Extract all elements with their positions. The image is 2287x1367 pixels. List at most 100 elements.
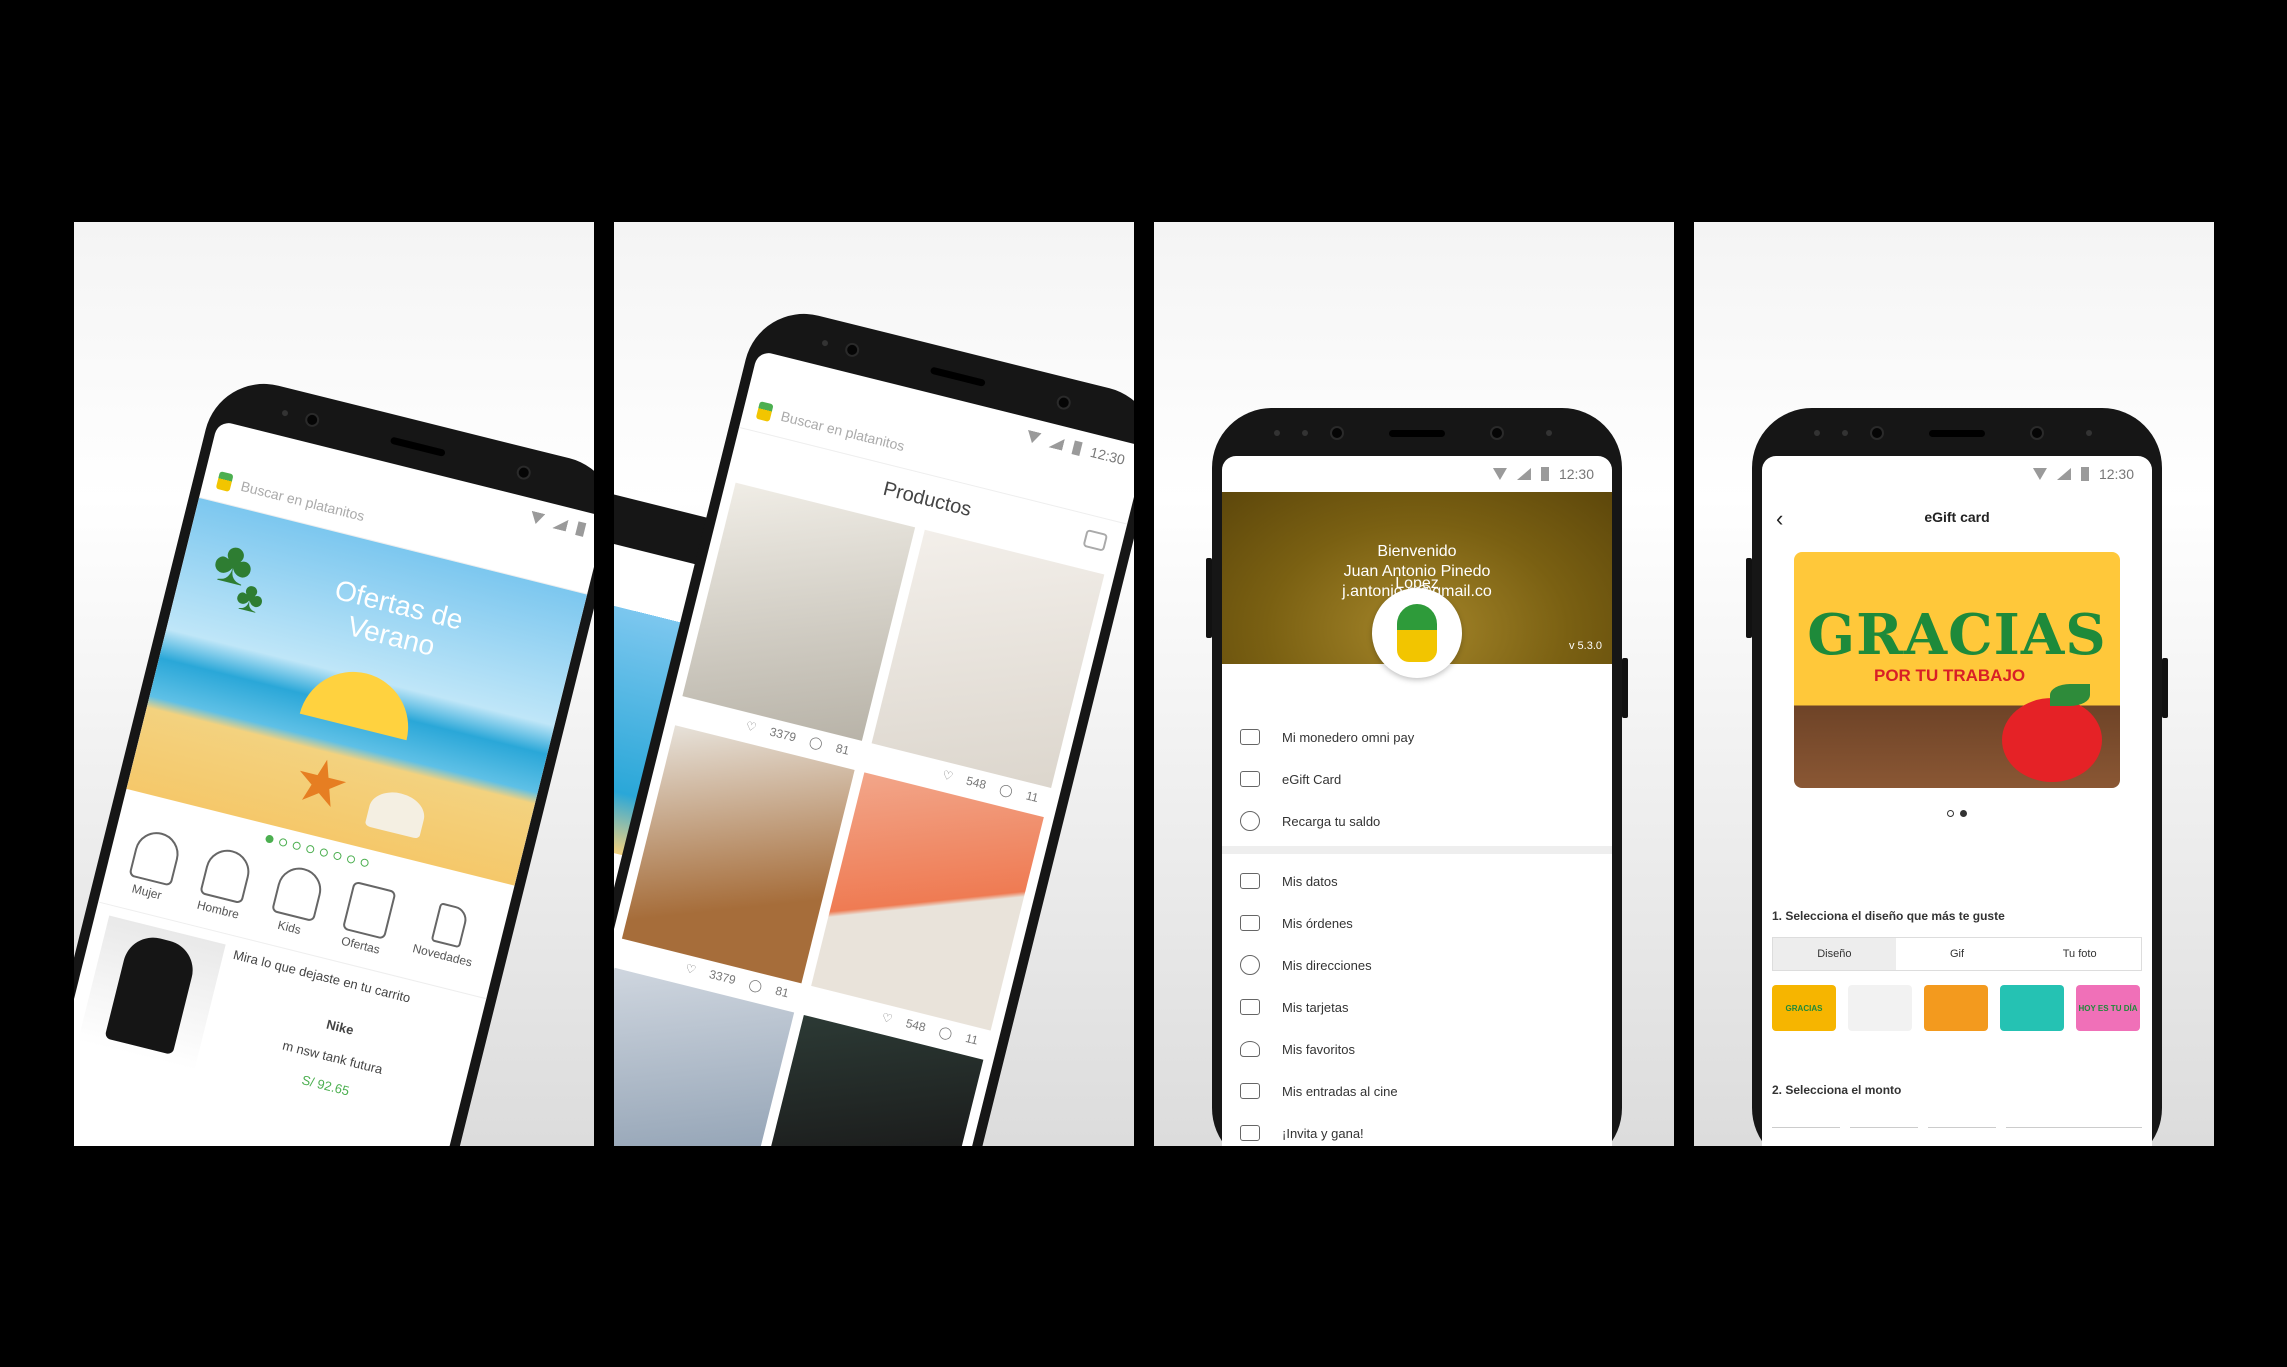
card-carousel-indicator[interactable] xyxy=(1762,810,2152,817)
heart-icon xyxy=(1240,1041,1260,1057)
heart-icon[interactable]: ♡ xyxy=(684,961,698,977)
sensor-dot xyxy=(1274,430,1280,436)
wifi-icon xyxy=(529,511,545,526)
front-camera xyxy=(1490,426,1504,440)
pager-dot[interactable] xyxy=(1947,810,1954,817)
carousel-dot[interactable] xyxy=(264,834,275,844)
menu-item-location-pin[interactable]: Mis direcciones xyxy=(1222,944,1612,986)
comment-icon[interactable]: ◯ xyxy=(937,1024,953,1041)
drawer-menu: Mi monedero omni pay eGift Card Recarga tu… xyxy=(1222,664,1612,1146)
carousel-dot[interactable] xyxy=(332,851,343,861)
battery-icon xyxy=(575,521,587,537)
category-label: Novedades xyxy=(411,941,474,970)
likes-count: 548 xyxy=(964,773,988,792)
phone-frame: 12:30 Bienvenido Juan Antonio Pinedo Lop… xyxy=(1206,408,1628,1146)
earpiece-speaker xyxy=(389,436,446,457)
camera-search-icon[interactable] xyxy=(1082,528,1109,552)
tab-gif[interactable]: Gif xyxy=(1896,938,2019,970)
sensor-dot xyxy=(821,339,829,347)
menu-item-soles-coin[interactable]: Recarga tu saldo xyxy=(1222,800,1612,842)
product-image xyxy=(682,482,916,741)
carousel-dot[interactable] xyxy=(291,840,302,851)
pager-dot[interactable] xyxy=(1960,810,1967,817)
signal-icon xyxy=(1048,436,1064,451)
earpiece-speaker xyxy=(1389,430,1445,437)
category-hombre[interactable]: Hombre xyxy=(195,845,255,922)
menu-item-heart[interactable]: Mis favoritos xyxy=(1222,1028,1612,1070)
product-image xyxy=(871,529,1105,789)
back-arrow-icon[interactable]: ‹ xyxy=(1776,506,1783,532)
amount-option[interactable] xyxy=(2006,1127,2142,1146)
comment-icon[interactable]: ◯ xyxy=(998,782,1014,799)
step-1-label: 1. Selecciona el diseño que más te guste xyxy=(1772,909,2005,923)
design-thumbnail[interactable] xyxy=(1848,985,1912,1031)
amount-option[interactable] xyxy=(1928,1127,1996,1146)
menu-item-label: Mi monedero omni pay xyxy=(1282,729,1415,745)
design-type-tabs: Diseño Gif Tu foto xyxy=(1772,937,2142,971)
comments-count: 81 xyxy=(834,741,851,758)
page-title: Productos xyxy=(880,477,974,521)
menu-item-wallet[interactable]: Mi monedero omni pay xyxy=(1222,716,1612,758)
carousel-dot[interactable] xyxy=(346,854,356,865)
category-ofertas[interactable]: Ofertas xyxy=(338,880,397,958)
category-kids[interactable]: Kids xyxy=(266,862,326,940)
tab-diseño[interactable]: Diseño xyxy=(1773,938,1896,970)
menu-item-label: Mis direcciones xyxy=(1282,957,1372,973)
app-screen-menu: 12:30 Bienvenido Juan Antonio Pinedo Lop… xyxy=(1222,456,1612,1146)
app-screen-egift: 12:30 ‹ eGift card GRACIAS POR TU TRABAJ… xyxy=(1762,456,2152,1146)
amount-option[interactable] xyxy=(1772,1127,1840,1146)
phone-frame: 12:30 Buscar en platanitos Productos ♡ 33… xyxy=(614,301,1134,1146)
comment-icon[interactable]: ◯ xyxy=(808,734,824,751)
heart-icon[interactable]: ♡ xyxy=(941,768,955,784)
tab-tu-foto[interactable]: Tu foto xyxy=(2018,938,2141,970)
status-bar: 12:30 xyxy=(1222,456,1612,492)
menu-divider xyxy=(1222,846,1612,854)
sensor-dot xyxy=(1814,430,1820,436)
category-label: Kids xyxy=(276,917,303,938)
design-thumbnail[interactable]: HOY ES TU DÍA xyxy=(2076,985,2140,1031)
menu-item-label: ¡Invita y gana! xyxy=(1282,1125,1364,1141)
comment-icon[interactable]: ◯ xyxy=(747,977,763,994)
menu-item-credit-card[interactable]: Mis tarjetas xyxy=(1222,986,1612,1028)
earpiece-speaker xyxy=(929,366,986,387)
apple-illustration xyxy=(2002,698,2102,782)
menu-item-ticket[interactable]: Mis entradas al cine xyxy=(1222,1070,1612,1112)
sensor-dot xyxy=(281,409,289,417)
category-novedades[interactable]: Novedades xyxy=(409,898,484,979)
platanitos-logo-icon xyxy=(755,400,774,422)
step-2-label: 2. Selecciona el monto xyxy=(1772,1083,1902,1097)
menu-item-label: Recarga tu saldo xyxy=(1282,813,1381,829)
heart-icon[interactable]: ♡ xyxy=(744,719,758,735)
menu-item-label: Mis órdenes xyxy=(1282,915,1353,931)
menu-item-label: Mis datos xyxy=(1282,873,1338,889)
welcome-text: Bienvenido xyxy=(1377,543,1457,560)
gift-card-preview[interactable]: GRACIAS POR TU TRABAJO xyxy=(1794,552,2120,788)
clipboard-icon xyxy=(1240,915,1260,931)
carousel-dot[interactable] xyxy=(278,837,288,848)
screenshot-panel-products: 12:30 Buscar en platanitos Productos ♡ 33… xyxy=(614,222,1134,1146)
design-thumbnail[interactable] xyxy=(2000,985,2064,1031)
amount-options xyxy=(1762,1097,2152,1146)
menu-item-gift-card[interactable]: eGift Card xyxy=(1222,758,1612,800)
front-camera xyxy=(2030,426,2044,440)
menu-item-gift[interactable]: ¡Invita y gana! xyxy=(1222,1112,1612,1146)
category-label: Mujer xyxy=(130,881,164,903)
carousel-dot[interactable] xyxy=(319,847,329,858)
menu-item-id-card[interactable]: Mis datos xyxy=(1222,860,1612,902)
top-app-bar: ‹ eGift card xyxy=(1762,492,2152,542)
volume-button xyxy=(1746,558,1752,638)
carousel-dot[interactable] xyxy=(305,844,316,855)
ticket-icon xyxy=(1240,1083,1260,1099)
heart-icon[interactable]: ♡ xyxy=(880,1010,894,1026)
category-mujer[interactable]: Mujer xyxy=(124,827,183,904)
front-camera xyxy=(1330,426,1344,440)
palm-logo-icon xyxy=(1397,604,1437,662)
soles-coin-icon xyxy=(1240,811,1260,831)
design-thumbnail[interactable] xyxy=(1924,985,1988,1031)
status-time: 12:30 xyxy=(2098,466,2134,482)
platanitos-logo xyxy=(1372,588,1462,678)
menu-item-clipboard[interactable]: Mis órdenes xyxy=(1222,902,1612,944)
design-thumbnail[interactable]: GRACIAS xyxy=(1772,985,1836,1031)
carousel-dot[interactable] xyxy=(359,857,370,868)
amount-option[interactable] xyxy=(1850,1127,1918,1146)
